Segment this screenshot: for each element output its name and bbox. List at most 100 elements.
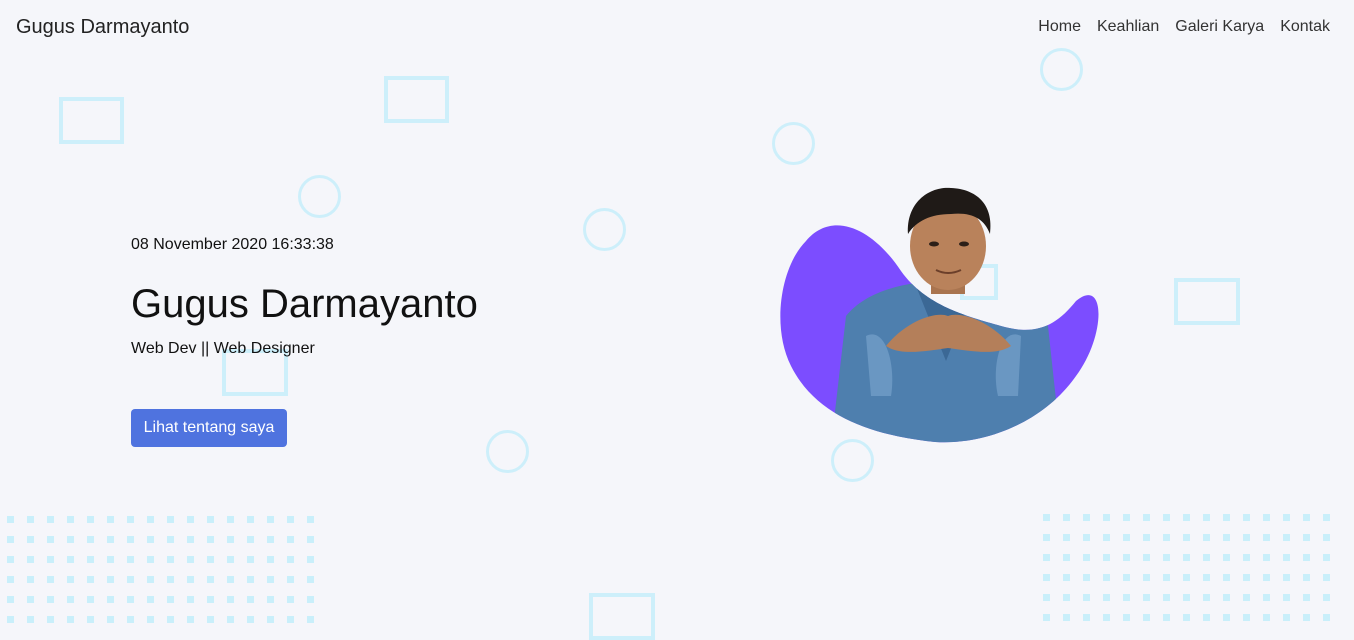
decor-dot xyxy=(1243,514,1250,521)
decor-dot xyxy=(1183,594,1190,601)
decor-dot xyxy=(1223,614,1230,621)
decor-dot xyxy=(7,516,14,523)
decor-dot xyxy=(1243,534,1250,541)
decor-dot xyxy=(247,556,254,563)
decor-dot xyxy=(1243,594,1250,601)
decor-dot xyxy=(1163,594,1170,601)
decor-dot xyxy=(1083,574,1090,581)
decor-dot xyxy=(287,596,294,603)
decor-dot xyxy=(87,536,94,543)
decor-dot xyxy=(1263,554,1270,561)
decor-dot xyxy=(187,516,194,523)
brand-link[interactable]: Gugus Darmayanto xyxy=(16,16,189,39)
decor-dot xyxy=(147,576,154,583)
nav-galeri-karya-link[interactable]: Galeri Karya xyxy=(1175,18,1264,36)
decor-dot xyxy=(267,616,274,623)
decor-square xyxy=(1174,278,1240,325)
decor-dot xyxy=(27,576,34,583)
decor-dot xyxy=(87,616,94,623)
decor-dot xyxy=(47,536,54,543)
decor-dot xyxy=(1123,534,1130,541)
decor-dot xyxy=(1103,574,1110,581)
decor-dot xyxy=(67,596,74,603)
decor-dot xyxy=(7,616,14,623)
hero-name: Gugus Darmayanto xyxy=(131,282,478,326)
decor-dot xyxy=(1123,614,1130,621)
decor-dot xyxy=(1223,534,1230,541)
decor-dot xyxy=(7,556,14,563)
decor-dot xyxy=(227,576,234,583)
hero-datetime: 08 November 2020 16:33:38 xyxy=(131,236,334,253)
decor-dot xyxy=(1263,534,1270,541)
decor-dot xyxy=(67,556,74,563)
decor-dot xyxy=(1223,594,1230,601)
decor-dot xyxy=(127,536,134,543)
decor-dot xyxy=(1243,554,1250,561)
decor-dot xyxy=(1063,574,1070,581)
decor-dot xyxy=(287,516,294,523)
decor-dot xyxy=(1163,574,1170,581)
decor-dot xyxy=(307,516,314,523)
decor-dot xyxy=(207,536,214,543)
decor-dot xyxy=(227,516,234,523)
decor-dot xyxy=(1223,574,1230,581)
decor-dot xyxy=(1163,534,1170,541)
decor-dot xyxy=(1283,514,1290,521)
decor-dot xyxy=(1183,614,1190,621)
decor-dot xyxy=(167,516,174,523)
decor-dot xyxy=(1043,614,1050,621)
decor-dot xyxy=(187,536,194,543)
decor-dot xyxy=(27,616,34,623)
decor-dot xyxy=(1303,554,1310,561)
nav-links: Home Keahlian Galeri Karya Kontak xyxy=(1038,18,1330,36)
decor-dot xyxy=(27,556,34,563)
decor-dot xyxy=(167,596,174,603)
decor-dot xyxy=(1103,534,1110,541)
portrait-image xyxy=(776,186,1100,446)
decor-square xyxy=(59,97,124,144)
decor-dot xyxy=(1243,614,1250,621)
decor-dot xyxy=(1043,574,1050,581)
decor-dot xyxy=(1223,514,1230,521)
decor-dot xyxy=(187,596,194,603)
decor-dot xyxy=(167,556,174,563)
decor-circle xyxy=(583,208,626,251)
decor-dot xyxy=(1263,574,1270,581)
decor-dot xyxy=(267,516,274,523)
decor-dot xyxy=(47,516,54,523)
decor-dot xyxy=(187,576,194,583)
decor-dot xyxy=(67,516,74,523)
decor-dot xyxy=(1303,574,1310,581)
decor-dot xyxy=(1203,614,1210,621)
nav-keahlian-link[interactable]: Keahlian xyxy=(1097,18,1159,36)
decor-dot xyxy=(27,596,34,603)
decor-dot xyxy=(1163,514,1170,521)
decor-dot xyxy=(147,596,154,603)
decor-dot xyxy=(1123,594,1130,601)
decor-dot xyxy=(1143,594,1150,601)
decor-dot xyxy=(87,576,94,583)
decor-dot xyxy=(247,596,254,603)
decor-dot xyxy=(1163,554,1170,561)
decor-dot xyxy=(1143,614,1150,621)
decor-dot xyxy=(1083,614,1090,621)
decor-dot xyxy=(1323,534,1330,541)
decor-dot xyxy=(1323,594,1330,601)
decor-dot xyxy=(107,536,114,543)
decor-dot-grid-left xyxy=(7,516,314,623)
about-me-button[interactable]: Lihat tentang saya xyxy=(131,409,287,447)
nav-home-link[interactable]: Home xyxy=(1038,18,1081,36)
decor-dot xyxy=(47,616,54,623)
decor-dot xyxy=(1043,554,1050,561)
decor-dot xyxy=(207,556,214,563)
decor-circle xyxy=(298,175,341,218)
decor-dot xyxy=(147,536,154,543)
decor-dot xyxy=(227,596,234,603)
nav-kontak-link[interactable]: Kontak xyxy=(1280,18,1330,36)
decor-dot xyxy=(1083,514,1090,521)
decor-dot xyxy=(1203,554,1210,561)
decor-dot xyxy=(7,576,14,583)
decor-dot xyxy=(227,616,234,623)
hero-section: 08 November 2020 16:33:38 Gugus Darmayan… xyxy=(131,235,478,447)
decor-dot xyxy=(1183,554,1190,561)
